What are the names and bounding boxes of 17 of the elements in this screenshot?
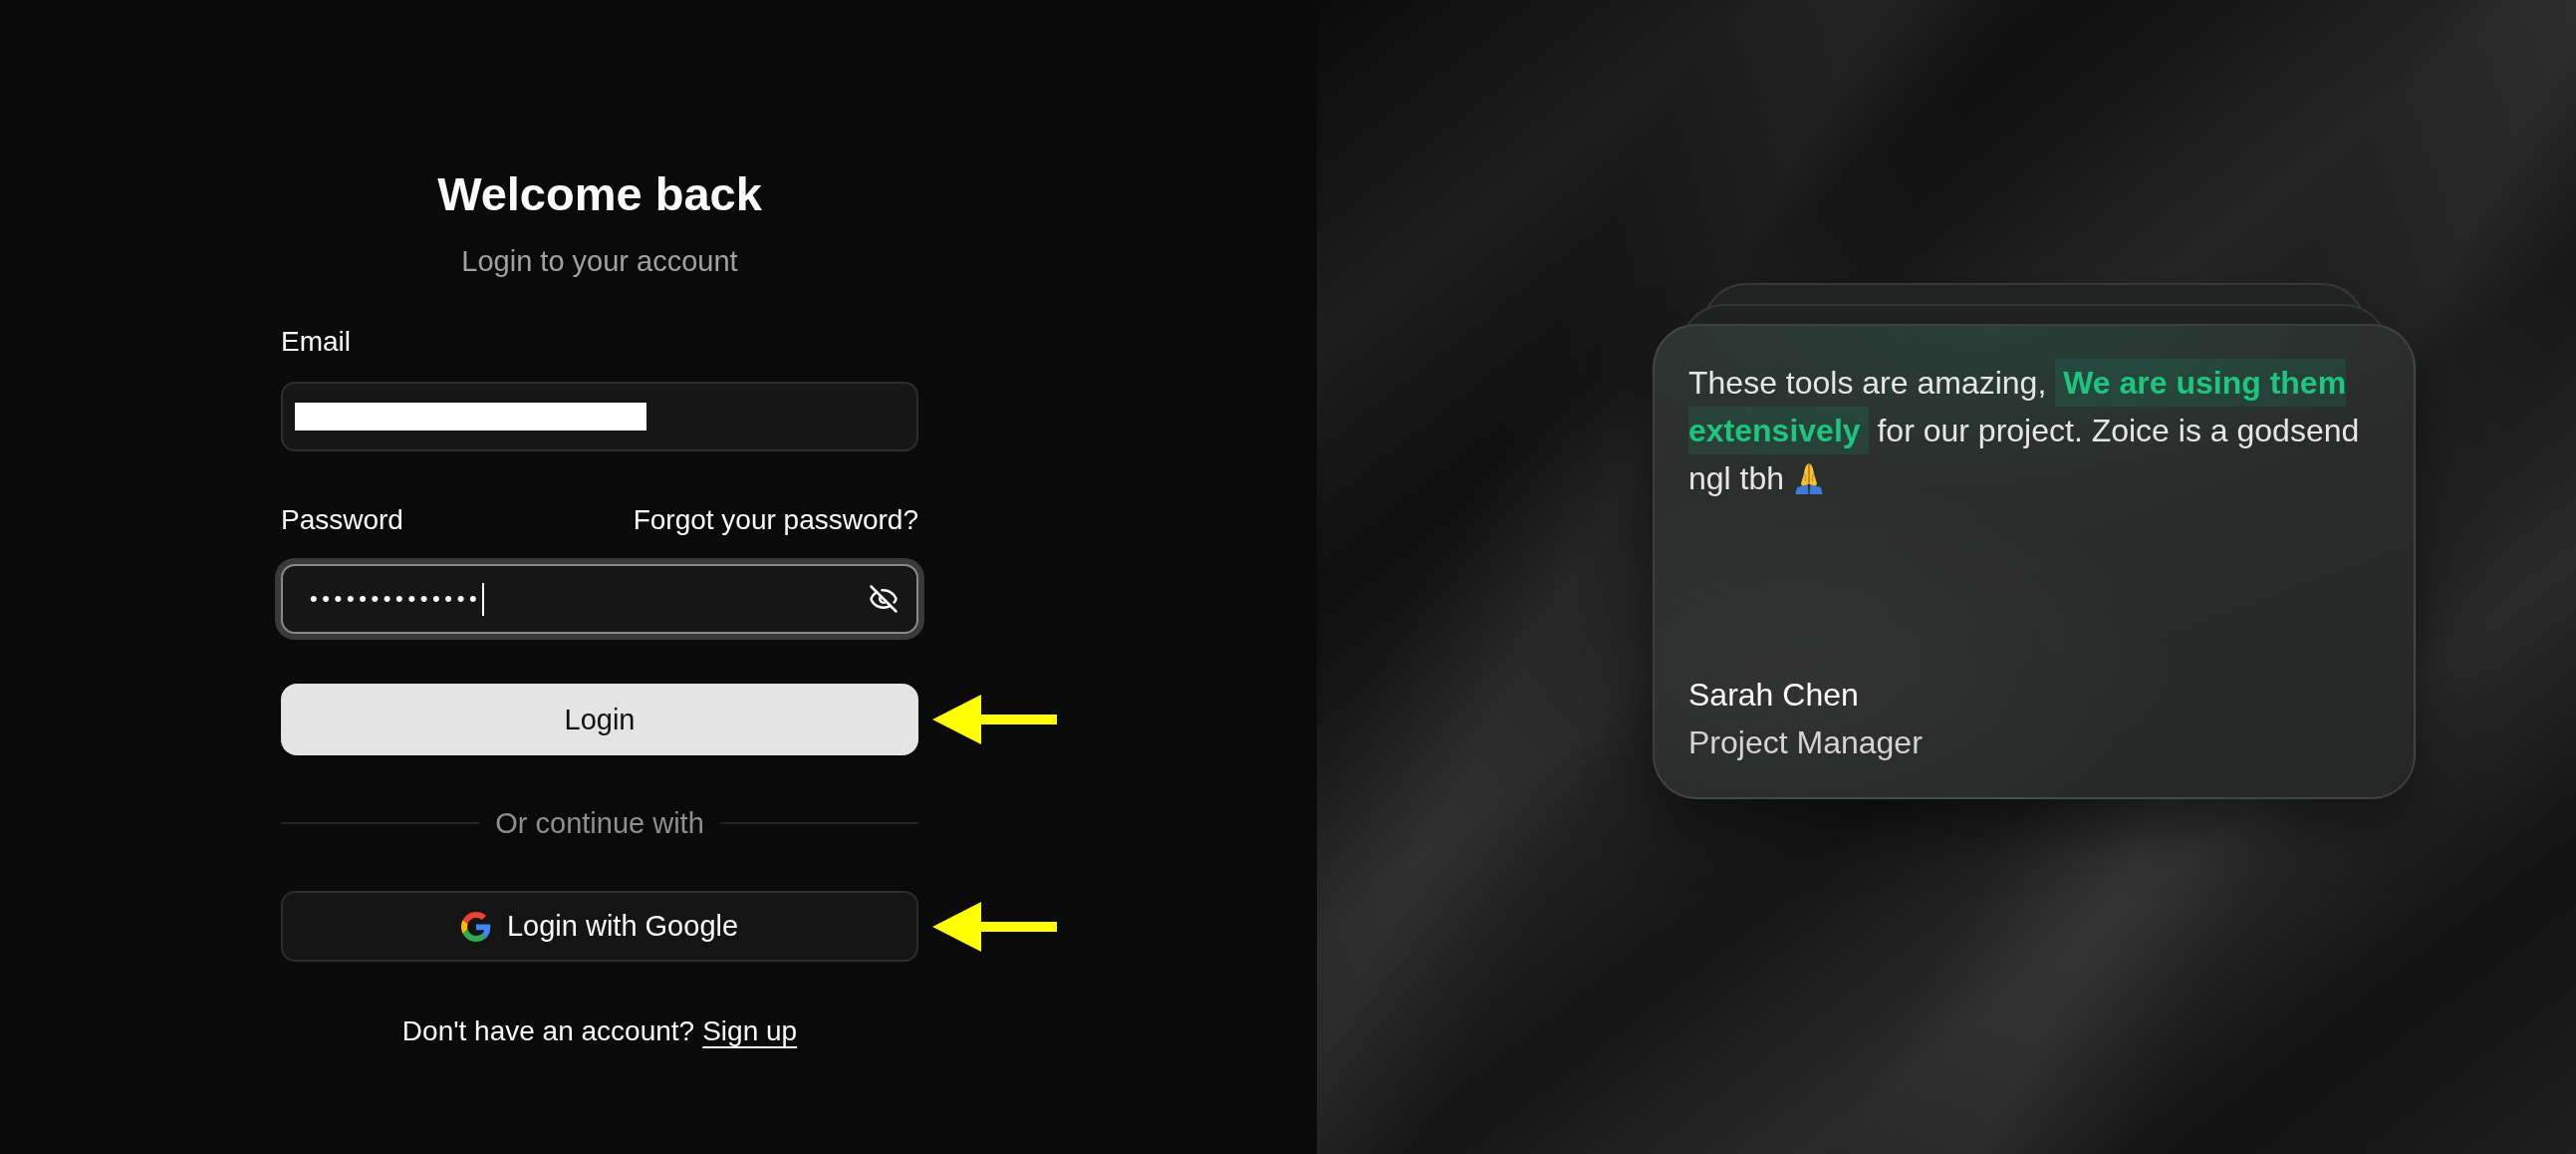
eye-off-icon[interactable] — [869, 584, 899, 614]
google-g-icon — [460, 911, 491, 942]
divider-text: Or continue with — [495, 807, 704, 839]
page-subtitle: Login to your account — [460, 245, 739, 277]
email-field[interactable] — [281, 382, 918, 451]
email-label: Email — [281, 326, 352, 358]
google-login-button[interactable]: Login with Google — [281, 891, 918, 962]
password-label: Password — [281, 504, 403, 536]
page-title: Welcome back — [436, 166, 763, 222]
login-button[interactable]: Login — [281, 684, 918, 755]
author-name: Sarah Chen — [1688, 676, 1860, 715]
text-cursor-icon — [482, 582, 485, 616]
password-value: •••••••••••••• — [310, 585, 482, 613]
author-role: Project Manager — [1688, 723, 1924, 762]
signup-link[interactable]: Sign up — [702, 1015, 798, 1047]
signup-prompt: Don't have an account? — [401, 1015, 695, 1047]
forgot-password-link[interactable]: Forgot your password? — [633, 504, 918, 536]
